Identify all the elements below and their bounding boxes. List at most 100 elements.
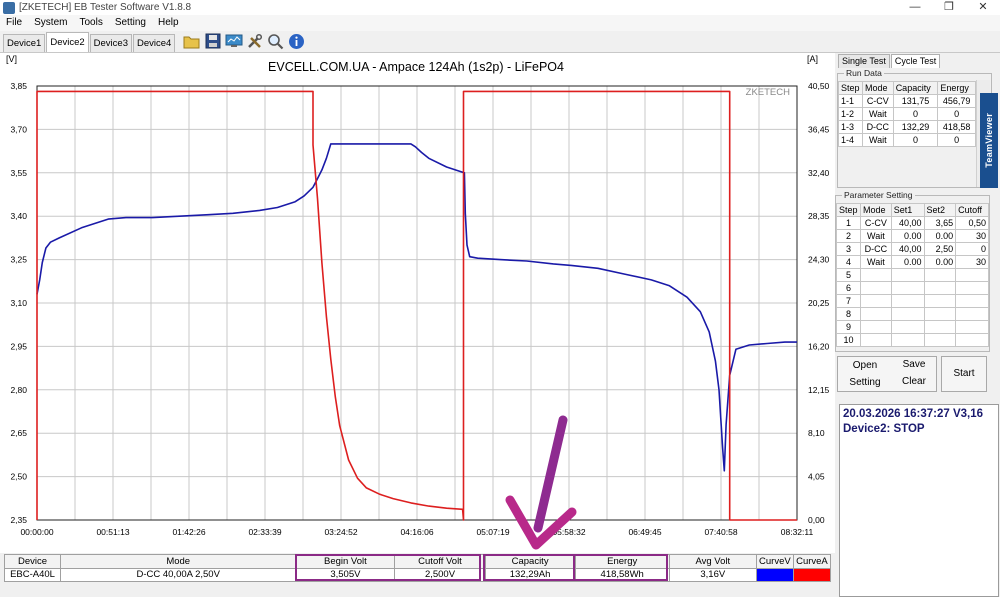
y-tick-right: 40,50 [808, 81, 830, 91]
param-cutoff[interactable]: 0 [955, 242, 989, 256]
table-row[interactable]: 10 [836, 333, 989, 347]
param-set1[interactable]: 0.00 [890, 255, 925, 269]
window-title: [ZKETECH] EB Tester Software V1.8.8 [19, 2, 192, 13]
curvev-color-swatch[interactable] [757, 568, 793, 581]
param-cutoff[interactable] [955, 294, 989, 308]
table-row[interactable]: 1-2 Wait 0 0 [838, 107, 976, 121]
param-set2[interactable]: 3,65 [923, 216, 957, 230]
param-set1[interactable]: 0.00 [890, 229, 925, 243]
x-tick: 03:24:52 [324, 527, 357, 537]
menu-setting[interactable]: Setting [109, 15, 152, 31]
summary-header-energy: Energy [574, 554, 670, 569]
monitor-icon[interactable] [224, 32, 243, 51]
folder-icon[interactable] [182, 32, 201, 51]
menu-tools[interactable]: Tools [73, 15, 108, 31]
param-mode[interactable]: D-CC [859, 242, 892, 256]
param-mode[interactable]: Wait [859, 229, 892, 243]
param-cutoff[interactable] [955, 333, 989, 347]
param-set1[interactable] [890, 294, 925, 308]
table-row[interactable]: 1-3 D-CC 132,29 418,58 [838, 120, 976, 134]
status-panel: 20.03.2026 16:37:27 V3,16 Device2: STOP [839, 404, 999, 597]
info-icon[interactable] [287, 32, 306, 51]
param-set1[interactable] [890, 281, 925, 295]
param-set1[interactable]: 40,00 [890, 242, 925, 256]
table-row[interactable]: 3 D-CC 40,00 2,50 0 [836, 242, 989, 256]
param-set1[interactable]: 40,00 [890, 216, 925, 230]
param-cutoff[interactable]: 0,50 [955, 216, 989, 230]
param-set1[interactable] [890, 268, 925, 282]
table-row[interactable]: 1-4 Wait 0 0 [838, 133, 976, 147]
maximize-button[interactable]: ❐ [932, 0, 966, 15]
param-set1[interactable] [890, 307, 925, 321]
run-mode: C-CV [861, 94, 894, 108]
param-mode[interactable] [859, 320, 892, 334]
param-set1[interactable] [890, 320, 925, 334]
param-set2[interactable] [923, 307, 957, 321]
param-mode[interactable] [859, 268, 892, 282]
param-set2[interactable]: 0.00 [923, 229, 957, 243]
param-mode[interactable] [859, 281, 892, 295]
run-data-group: Run Data Step Mode Capacity Energy 1-1 C… [837, 68, 992, 188]
clear-button[interactable]: Clear [891, 374, 937, 390]
table-row[interactable]: 4 Wait 0.00 0.00 30 [836, 255, 989, 269]
param-set2[interactable]: 0.00 [923, 255, 957, 269]
param-set2[interactable] [923, 320, 957, 334]
curvea-swatch-cell[interactable] [792, 567, 832, 582]
param-mode[interactable] [859, 333, 892, 347]
param-cutoff[interactable] [955, 281, 989, 295]
summary-header-cutoff-volt: Cutoff Volt [394, 554, 486, 569]
save-button[interactable]: Save [891, 357, 937, 373]
table-row[interactable]: 5 [836, 268, 989, 282]
param-set2[interactable] [923, 294, 957, 308]
param-set2[interactable] [923, 281, 957, 295]
table-row[interactable]: 6 [836, 281, 989, 295]
param-set2[interactable] [923, 268, 957, 282]
open-button[interactable]: Open [841, 358, 889, 374]
param-mode[interactable]: C-CV [859, 216, 892, 230]
start-button[interactable]: Start [941, 366, 987, 382]
param-set1[interactable] [890, 333, 925, 347]
setting-button[interactable]: Setting [841, 375, 889, 391]
curvea-color-swatch[interactable] [794, 568, 830, 581]
tab-device1[interactable]: Device1 [3, 34, 46, 52]
table-row[interactable]: 1 C-CV 40,00 3,65 0,50 [836, 216, 989, 230]
table-row[interactable]: 1-1 C-CV 131,75 456,79 [838, 94, 976, 108]
tab-device4[interactable]: Device4 [132, 34, 176, 52]
param-mode[interactable] [859, 294, 892, 308]
menu-file[interactable]: File [0, 15, 28, 31]
table-row[interactable]: 2 Wait 0.00 0.00 30 [836, 229, 989, 243]
summary-header-curvev: CurveV [755, 554, 794, 569]
param-set2[interactable] [923, 333, 957, 347]
param-cutoff[interactable] [955, 268, 989, 282]
summary-table: Device Mode Begin Volt Cutoff Volt Capac… [3, 554, 832, 582]
table-row[interactable]: 9 [836, 320, 989, 334]
save-icon[interactable] [203, 32, 222, 51]
chart-title: EVCELL.COM.UA - Ampace 124Ah (1s2p) - Li… [268, 60, 564, 74]
param-cutoff[interactable]: 30 [955, 229, 989, 243]
param-mode[interactable] [859, 307, 892, 321]
param-set2[interactable]: 2,50 [923, 242, 957, 256]
tab-device3[interactable]: Device3 [89, 34, 132, 52]
window-controls: — ❐ ✕ [898, 0, 1000, 15]
minimize-button[interactable]: — [898, 0, 932, 15]
run-data-header-row: Step Mode Capacity Energy [838, 81, 976, 95]
search-icon[interactable] [266, 32, 285, 51]
run-header-step: Step [838, 81, 863, 95]
param-cutoff[interactable]: 30 [955, 255, 989, 269]
close-button[interactable]: ✕ [966, 0, 1000, 15]
param-cutoff[interactable] [955, 307, 989, 321]
tab-device2[interactable]: Device2 [46, 32, 89, 52]
menu-help[interactable]: Help [152, 15, 185, 31]
tab-single-test[interactable]: Single Test [838, 54, 890, 68]
param-cutoff[interactable] [955, 320, 989, 334]
param-mode[interactable]: Wait [859, 255, 892, 269]
teamviewer-badge[interactable]: TeamViewer [980, 93, 998, 188]
table-row[interactable]: 8 [836, 307, 989, 321]
y-tick-left: 2,95 [10, 341, 27, 351]
tab-cycle-test[interactable]: Cycle Test [890, 54, 941, 68]
menu-system[interactable]: System [28, 15, 73, 31]
table-row[interactable]: 7 [836, 294, 989, 308]
tools-icon[interactable] [245, 32, 264, 51]
summary-energy: 418,58Wh [574, 567, 670, 582]
curvev-swatch-cell[interactable] [755, 567, 794, 582]
